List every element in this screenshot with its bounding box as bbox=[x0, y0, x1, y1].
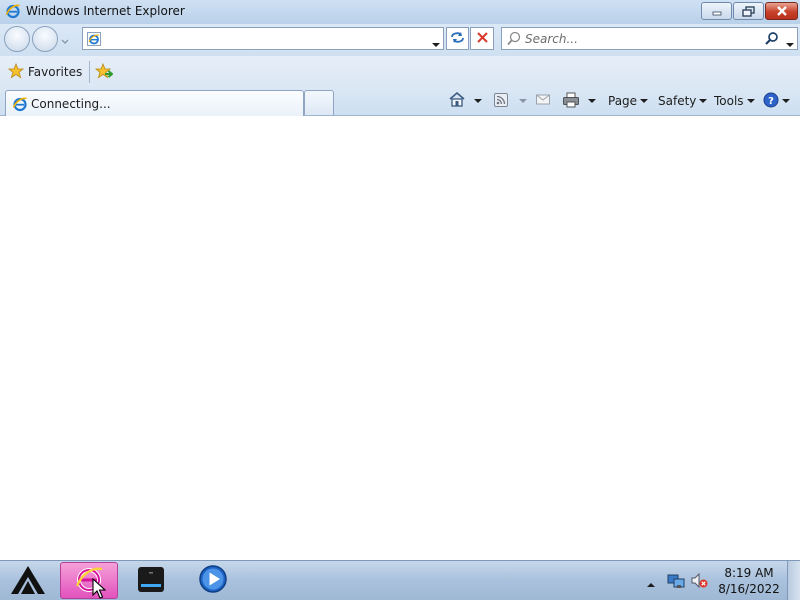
show-hidden-icons-arrow[interactable] bbox=[646, 577, 656, 591]
favorites-separator bbox=[89, 61, 90, 83]
ie-icon bbox=[12, 96, 28, 115]
close-icon bbox=[776, 6, 788, 16]
tab-row: Connecting... Page Safety Tools ? bbox=[0, 88, 800, 116]
recent-pages-dropdown[interactable] bbox=[61, 34, 69, 48]
favorites-label: Favorites bbox=[28, 65, 83, 79]
tab-connecting[interactable]: Connecting... bbox=[5, 90, 304, 116]
add-favorite-icon[interactable] bbox=[94, 62, 114, 83]
new-tab-button[interactable] bbox=[304, 90, 334, 115]
taskbar-drive-button[interactable] bbox=[122, 562, 180, 599]
stop-icon bbox=[476, 31, 488, 46]
page-menu-label: Page bbox=[608, 94, 638, 108]
start-icon bbox=[9, 564, 47, 599]
search-provider-icon bbox=[506, 31, 522, 50]
feeds-dropdown[interactable] bbox=[519, 90, 527, 112]
print-icon bbox=[562, 92, 580, 111]
feeds-icon bbox=[493, 92, 509, 111]
network-icon[interactable] bbox=[667, 572, 685, 592]
ie-icon bbox=[5, 3, 21, 19]
mouse-cursor-icon bbox=[92, 577, 107, 600]
page-icon bbox=[86, 31, 102, 50]
media-player-icon bbox=[198, 564, 228, 597]
page-content[interactable] bbox=[0, 117, 800, 560]
search-input[interactable] bbox=[525, 30, 755, 47]
taskbar: 8:19 AM 8/16/2022 bbox=[0, 560, 800, 600]
back-button[interactable] bbox=[4, 26, 30, 52]
favorites-bar: Favorites bbox=[0, 56, 800, 88]
safety-menu[interactable]: Safety bbox=[658, 90, 708, 112]
search-icon[interactable] bbox=[764, 31, 780, 50]
home-dropdown[interactable] bbox=[474, 90, 482, 112]
tools-menu-label: Tools bbox=[714, 94, 744, 108]
address-input[interactable] bbox=[105, 30, 425, 47]
svg-text:?: ? bbox=[768, 96, 774, 107]
page-menu[interactable]: Page bbox=[608, 90, 649, 112]
minimize-icon bbox=[711, 6, 723, 16]
favorites-button[interactable]: Favorites bbox=[4, 61, 86, 83]
clock-date: 8/16/2022 bbox=[718, 582, 780, 596]
forward-button[interactable] bbox=[32, 26, 58, 52]
tab-label: Connecting... bbox=[31, 97, 111, 111]
tools-menu[interactable]: Tools bbox=[714, 90, 755, 112]
favorites-star-icon bbox=[7, 62, 25, 82]
mail-icon bbox=[535, 93, 551, 109]
help-button[interactable]: ? bbox=[763, 90, 790, 112]
help-icon: ? bbox=[763, 92, 779, 111]
taskbar-ie-button[interactable] bbox=[60, 562, 118, 599]
refresh-icon bbox=[450, 31, 465, 47]
system-clock[interactable]: 8:19 AM 8/16/2022 bbox=[714, 565, 784, 597]
minimize-button[interactable] bbox=[701, 2, 732, 20]
home-button[interactable] bbox=[448, 90, 466, 112]
stop-button[interactable] bbox=[470, 27, 494, 50]
taskbar-media-player-button[interactable] bbox=[184, 562, 242, 599]
clock-time: 8:19 AM bbox=[724, 566, 774, 580]
drive-icon bbox=[136, 564, 166, 597]
mail-button[interactable] bbox=[535, 90, 551, 112]
window-title: Windows Internet Explorer bbox=[26, 4, 185, 18]
feeds-button[interactable] bbox=[493, 90, 509, 112]
close-button[interactable] bbox=[765, 2, 798, 20]
navigation-bar bbox=[0, 24, 800, 56]
address-bar[interactable] bbox=[82, 27, 444, 50]
address-dropdown-icon[interactable] bbox=[432, 36, 440, 50]
print-button[interactable] bbox=[562, 90, 580, 112]
safety-menu-label: Safety bbox=[658, 94, 697, 108]
search-options-dropdown[interactable] bbox=[786, 36, 794, 50]
home-icon bbox=[448, 91, 466, 111]
show-desktop-button[interactable] bbox=[787, 561, 800, 600]
title-bar: Windows Internet Explorer bbox=[0, 0, 800, 24]
maximize-icon bbox=[742, 5, 755, 17]
start-button[interactable] bbox=[4, 563, 52, 599]
volume-muted-icon[interactable] bbox=[690, 572, 708, 592]
search-box[interactable] bbox=[501, 27, 798, 50]
refresh-button[interactable] bbox=[446, 27, 469, 50]
restore-button[interactable] bbox=[733, 2, 764, 20]
print-dropdown[interactable] bbox=[588, 90, 596, 112]
